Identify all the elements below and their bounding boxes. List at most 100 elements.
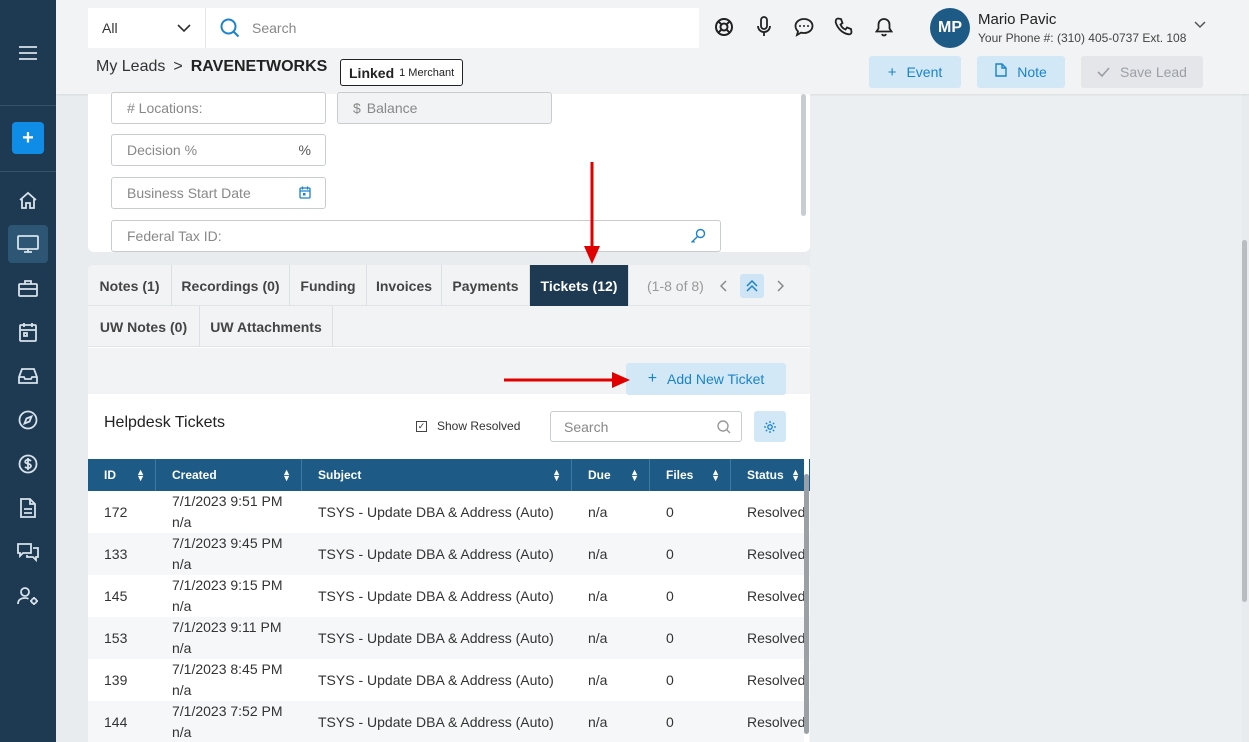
file-icon xyxy=(995,63,1007,81)
created-date: 7/1/2023 9:15 PM xyxy=(172,577,283,593)
table-row[interactable]: 144 7/1/2023 7:52 PM n/a TSYS - Update DB… xyxy=(88,701,810,742)
event-button-label: Event xyxy=(906,64,943,80)
desktop-icon[interactable] xyxy=(8,225,48,263)
ticket-files: 0 xyxy=(666,546,674,562)
sidebar-divider xyxy=(0,105,56,106)
created-date: 7/1/2023 9:45 PM xyxy=(172,535,283,551)
form-scrollbar[interactable] xyxy=(801,94,806,216)
chat-icon[interactable] xyxy=(8,533,48,571)
sidebar: + xyxy=(0,0,56,742)
created-by: n/a xyxy=(172,640,192,656)
tab-recordings[interactable]: Recordings (0) xyxy=(172,265,290,306)
table-scroll-thumb[interactable] xyxy=(804,474,809,734)
chevron-left-icon[interactable] xyxy=(712,274,736,298)
check-icon xyxy=(1097,64,1110,81)
checkbox-icon[interactable]: ✓ xyxy=(416,420,427,432)
tab-label: Tickets xyxy=(540,277,589,294)
add-event-button[interactable]: + Event xyxy=(869,56,961,88)
tab-invoices[interactable]: Invoices xyxy=(367,265,442,306)
document-icon[interactable] xyxy=(8,489,48,527)
table-scrollbar[interactable] xyxy=(804,459,809,742)
ticket-files: 0 xyxy=(666,714,674,730)
column-subject[interactable]: Subject ▲ ▼ xyxy=(302,459,572,491)
table-row[interactable]: 145 7/1/2023 9:15 PM n/a TSYS - Update DB… xyxy=(88,575,810,617)
home-icon[interactable] xyxy=(8,181,48,219)
phone-icon[interactable] xyxy=(834,16,854,38)
column-status[interactable]: Status ▲ ▼ xyxy=(731,459,810,491)
column-files[interactable]: Files ▲ ▼ xyxy=(650,459,731,491)
tab-notes[interactable]: Notes (1) xyxy=(88,265,172,306)
federal-tax-id-field[interactable]: Federal Tax ID: xyxy=(111,220,721,252)
gear-icon xyxy=(764,420,776,433)
user-settings-icon[interactable] xyxy=(8,577,48,615)
table-row[interactable]: 172 7/1/2023 9:51 PM n/a TSYS - Update DB… xyxy=(88,491,810,533)
key-icon[interactable] xyxy=(690,228,706,247)
created-by: n/a xyxy=(172,724,192,740)
lead-form-card: # Locations: $ Balance Decision % % Busi… xyxy=(88,92,810,252)
ticket-id: 133 xyxy=(104,546,128,562)
briefcase-icon[interactable] xyxy=(8,269,48,307)
microphone-icon[interactable] xyxy=(754,16,774,38)
quick-add-button[interactable]: + xyxy=(12,122,44,154)
column-created[interactable]: Created ▲ ▼ xyxy=(156,459,302,491)
column-due[interactable]: Due ▲ ▼ xyxy=(572,459,650,491)
dollar-icon[interactable] xyxy=(8,445,48,483)
search-input[interactable]: Search xyxy=(206,18,296,38)
add-icon: + xyxy=(22,126,34,149)
ticket-subject: TSYS - Update DBA & Address (Auto) xyxy=(318,672,554,688)
page-scrollbar[interactable] xyxy=(1242,240,1247,602)
note-button-label: Note xyxy=(1017,64,1047,80)
linked-merchant-badge[interactable]: Linked 1 Merchant xyxy=(340,59,464,86)
support-icon[interactable] xyxy=(714,16,734,38)
inbox-icon[interactable] xyxy=(8,357,48,395)
ticket-search-placeholder: Search xyxy=(564,418,609,435)
locations-field[interactable]: # Locations: xyxy=(111,92,326,124)
breadcrumb: My Leads > RAVENETWORKS xyxy=(96,58,327,76)
breadcrumb-my-leads[interactable]: My Leads xyxy=(96,58,165,76)
table-row[interactable]: 153 7/1/2023 9:11 PM n/a TSYS - Update DB… xyxy=(88,617,810,659)
tab-count: (0) xyxy=(262,277,280,294)
decision-percent-field[interactable]: Decision % % xyxy=(111,134,326,166)
tab-uw-notes[interactable]: UW Notes (0) xyxy=(88,306,200,347)
calendar-icon[interactable] xyxy=(8,313,48,351)
tab-count: (1) xyxy=(142,277,160,294)
chevron-down-icon xyxy=(177,24,191,32)
sort-icon: ▲ ▼ xyxy=(791,467,800,483)
bell-icon[interactable] xyxy=(874,16,894,38)
tab-payments[interactable]: Payments xyxy=(442,265,530,306)
tab-uw-attachments[interactable]: UW Attachments xyxy=(200,306,333,347)
column-label: Due xyxy=(588,468,611,482)
ticket-id: 153 xyxy=(104,630,128,646)
ticket-subject: TSYS - Update DBA & Address (Auto) xyxy=(318,546,554,562)
tax-id-placeholder: Federal Tax ID: xyxy=(127,228,222,244)
tab-funding[interactable]: Funding xyxy=(290,265,367,306)
table-settings-button[interactable] xyxy=(754,411,786,442)
created-by: n/a xyxy=(172,556,192,572)
ticket-created: 7/1/2023 9:45 PM n/a xyxy=(156,533,283,575)
created-date: 7/1/2023 8:45 PM xyxy=(172,661,283,677)
double-chevron-up-icon[interactable] xyxy=(739,273,764,298)
table-row[interactable]: 139 7/1/2023 8:45 PM n/a TSYS - Update DB… xyxy=(88,659,810,701)
calendar-icon[interactable] xyxy=(299,186,311,202)
business-start-date-field[interactable]: Business Start Date xyxy=(111,177,326,209)
search-scope-select[interactable]: All xyxy=(88,8,206,48)
plus-icon: + xyxy=(887,63,897,81)
tab-label: Recordings xyxy=(181,277,259,294)
chat-bubble-icon[interactable] xyxy=(794,16,814,38)
tab-tickets[interactable]: Tickets (12) xyxy=(530,265,629,306)
show-resolved-toggle[interactable]: ✓ Show Resolved xyxy=(416,419,520,433)
user-menu[interactable]: MP Mario Pavic Your Phone #: (310) 405-0… xyxy=(930,8,1206,48)
column-id[interactable]: ID ▲ ▼ xyxy=(88,459,156,491)
ticket-status: Resolved xyxy=(747,672,806,688)
compass-icon[interactable] xyxy=(8,401,48,439)
header-icons xyxy=(714,16,894,38)
add-new-ticket-button[interactable]: + Add New Ticket xyxy=(626,363,786,395)
add-note-button[interactable]: Note xyxy=(977,56,1065,88)
save-lead-button[interactable]: Save Lead xyxy=(1081,56,1203,88)
chevron-right-icon[interactable] xyxy=(768,274,792,298)
table-row[interactable]: 133 7/1/2023 9:45 PM n/a TSYS - Update DB… xyxy=(88,533,810,575)
ticket-search-input[interactable]: Search xyxy=(550,411,742,442)
menu-icon[interactable] xyxy=(8,34,48,72)
column-label: Status xyxy=(747,468,784,482)
search-placeholder: Search xyxy=(252,20,297,36)
